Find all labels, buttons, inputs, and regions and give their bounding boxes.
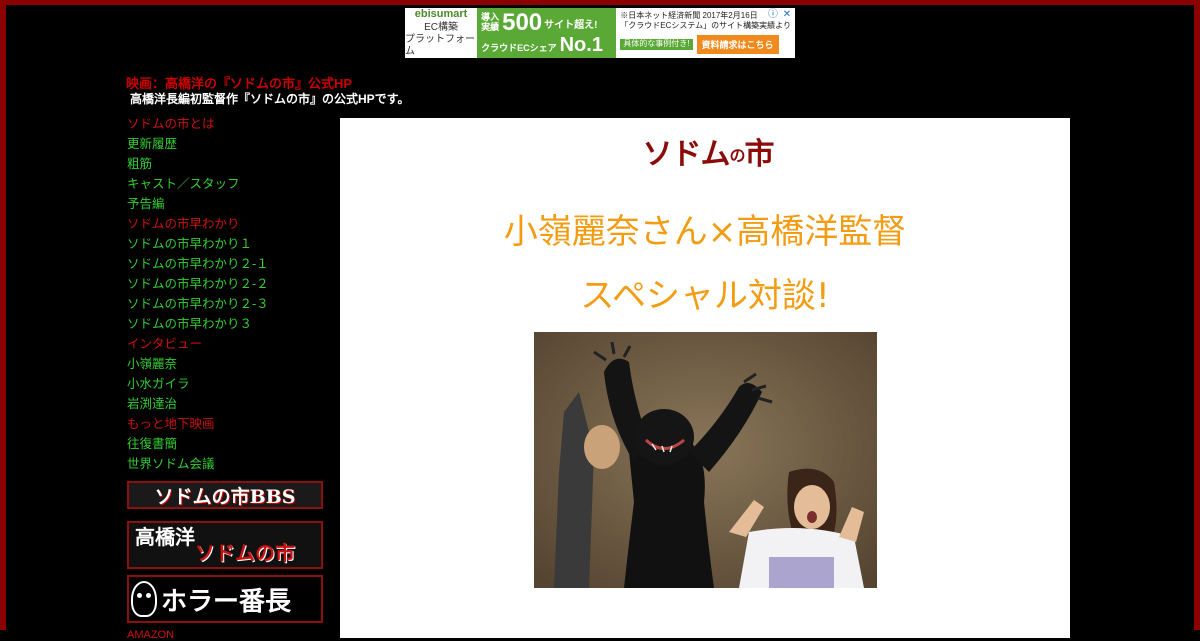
ad-intro-label: 導入 実績 <box>481 12 500 32</box>
bbs-banner[interactable]: ソドムの市BBS <box>127 481 323 509</box>
horror-banner-label: ホラー番長 <box>161 586 292 617</box>
headline-primary: 小嶺麗奈さん×高橋洋監督 <box>503 212 907 252</box>
sidebar-nav: ソドムの市とは更新履歴 粗筋 キャスト／スタッフ 予告編ソドムの市早わかりソドムの市早… <box>127 115 332 475</box>
ad-case-button[interactable]: 具体的な事例付き! <box>620 38 693 50</box>
sidebar-category: ソドムの市早わかり <box>127 217 240 231</box>
ad-brand-block: ebisumart EC構築 プラットフォーム <box>405 8 478 58</box>
ad-brand-line3: プラットフォーム <box>405 33 475 57</box>
ad-request-button[interactable]: 資料請求はこちら <box>696 34 779 54</box>
site-description: 高橋洋長編初監督作『ソドムの市』の公式HPです。 <box>130 92 410 106</box>
sidebar-link[interactable]: 往復書簡 <box>127 435 332 455</box>
sidebar-link[interactable]: 世界ソドム会議 <box>127 455 332 475</box>
horror-banchou-banner[interactable]: ホラー番長 <box>127 575 323 623</box>
sidebar-link[interactable]: 更新履歴 <box>127 135 332 155</box>
sidebar-link[interactable]: ソドムの市早わかり２-２ <box>127 275 332 295</box>
sidebar-category: インタビュー <box>127 337 203 351</box>
ad-info-icon[interactable]: ⓘ <box>767 9 779 21</box>
main-content: ソドムの市 小嶺麗奈さん×高橋洋監督 スペシャル対談! <box>340 118 1070 638</box>
sidebar-category: ソドムの市とは <box>127 117 215 131</box>
ad-share-label: クラウドECシェア <box>481 43 557 53</box>
takahashi-banner-title: ソドムの市 <box>195 541 295 565</box>
sidebar-link[interactable]: 粗筋 <box>127 155 332 175</box>
sidebar-link[interactable]: ソドムの市早わかり２-１ <box>127 255 332 275</box>
sidebar: ソドムの市とは更新履歴 粗筋 キャスト／スタッフ 予告編ソドムの市早わかりソドムの市早… <box>127 115 332 641</box>
sidebar-link[interactable]: 岩渕達治 <box>127 395 332 415</box>
sidebar-link[interactable]: キャスト／スタッフ <box>127 175 332 195</box>
headline-secondary: スペシャル対談! <box>580 276 830 316</box>
takahashi-banner-name: 高橋洋 <box>135 525 195 549</box>
sidebar-category: もっと地下映画 <box>127 417 215 431</box>
sidebar-link[interactable]: ソドムの市早わかり３ <box>127 315 332 335</box>
takahashi-banner[interactable]: 高橋洋 ソドムの市 <box>127 521 323 569</box>
ad-brand-name: ebisumart <box>414 8 468 21</box>
ad-share-rank: No.1 <box>559 34 603 56</box>
ad-banner[interactable]: ebisumart EC構築 プラットフォーム 導入 実績 500 サイト超え!… <box>405 8 795 58</box>
ad-detail-block: ※日本ネット経済新聞 2017年2月16日 「クラウドECシステム」のサイト構築… <box>616 8 795 58</box>
amazon-heading: AMAZON <box>127 629 175 641</box>
ad-sites-suffix: サイト超え! <box>544 19 598 31</box>
ad-brand-line2: EC構築 <box>424 21 458 33</box>
face-icon <box>131 581 157 617</box>
ad-note-1: ※日本ネット経済新聞 2017年2月16日 <box>620 11 758 20</box>
sidebar-link[interactable]: ソドムの市早わかり１ <box>127 235 332 255</box>
ad-headline-block: 導入 実績 500 サイト超え! クラウドECシェア No.1 <box>477 8 617 58</box>
ad-close-icon[interactable]: ✕ <box>781 9 793 21</box>
ad-note-2: 「クラウドECシステム」のサイト構築実績より <box>620 21 791 31</box>
sidebar-link[interactable]: 予告編 <box>127 195 332 215</box>
sidebar-link[interactable]: 小水ガイラ <box>127 375 332 395</box>
sidebar-link[interactable]: ソドムの市早わかり２-３ <box>127 295 332 315</box>
interview-photo <box>534 332 877 588</box>
sodom-logo: ソドムの市 <box>642 137 774 172</box>
ad-sites-count: 500 <box>502 9 543 36</box>
sidebar-link[interactable]: 小嶺麗奈 <box>127 355 332 375</box>
bbs-banner-label: ソドムの市BBS <box>154 485 296 508</box>
